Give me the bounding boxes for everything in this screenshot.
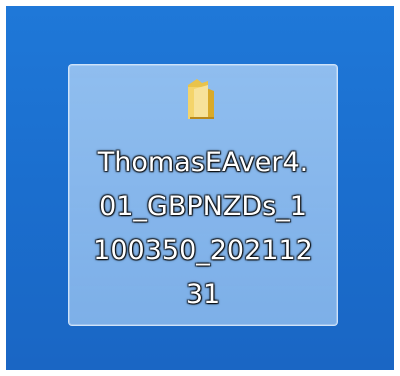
folder-icon [184,77,222,121]
desktop-folder-item[interactable]: ThomasEAver4. 01_GBPNZDs_1 100350_202112… [68,64,338,326]
label-line-4: 31 [185,279,221,310]
folder-name-label: ThomasEAver4. 01_GBPNZDs_1 100350_202112… [73,141,333,317]
label-line-2: 01_GBPNZDs_1 [99,191,307,222]
label-line-1: ThomasEAver4. [97,147,309,178]
label-line-3: 100350_202112 [93,235,313,266]
desktop: ThomasEAver4. 01_GBPNZDs_1 100350_202112… [6,6,394,370]
